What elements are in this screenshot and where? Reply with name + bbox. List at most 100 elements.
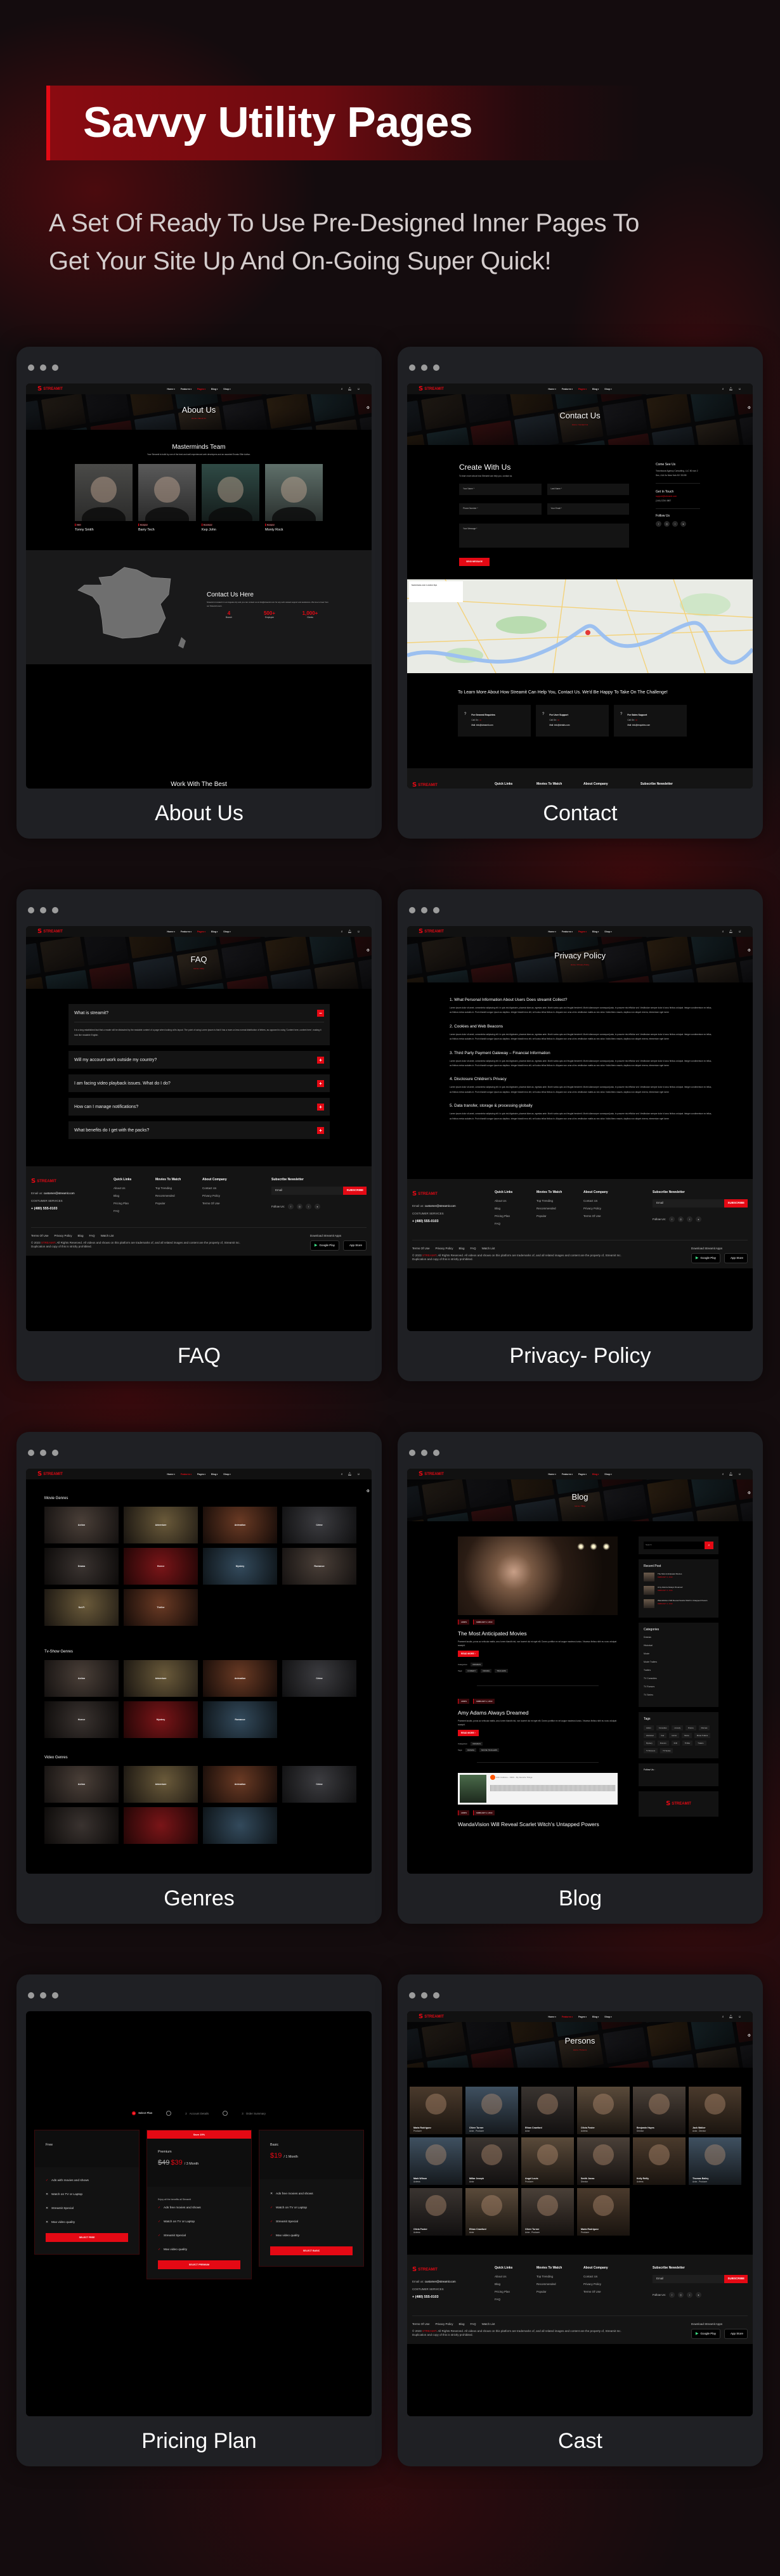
gear-icon[interactable]: ⚙ <box>367 1489 370 1493</box>
person-card[interactable]: Mark Wilson Actress <box>410 2137 462 2185</box>
footer-link[interactable]: Watch List <box>482 2322 495 2326</box>
nav-pages[interactable]: Pages <box>197 1473 205 1476</box>
github-icon[interactable]: ● <box>315 1204 321 1209</box>
faq-question[interactable]: How can I manage notifications? <box>74 1105 138 1109</box>
twitter-icon[interactable]: t <box>687 1216 693 1222</box>
minus-icon[interactable]: − <box>317 1009 324 1017</box>
search-icon[interactable]: ⌕ <box>341 387 343 391</box>
footer-link[interactable]: Terms Of Use <box>583 2290 628 2294</box>
user-icon[interactable]: ☺ <box>357 1472 360 1476</box>
person-card[interactable]: Smith Jonas Director <box>577 2137 630 2185</box>
preview-card-blog[interactable]: SSTREAMIT Home Features Pages Blog Shop … <box>398 1432 763 1924</box>
tag-link[interactable]: Movie <box>682 1733 692 1738</box>
category-link[interactable]: TV Rumors <box>644 1685 713 1688</box>
footer-logo[interactable]: S STREAMIT <box>31 1178 114 1185</box>
preview-card-faq[interactable]: SSTREAMIT Home Features Pages Blog Shop … <box>16 889 382 1381</box>
category-link[interactable]: TV Comedies <box>644 1677 713 1680</box>
nav-pages[interactable]: Pages <box>197 388 205 390</box>
category-link[interactable]: TV Series <box>644 1694 713 1696</box>
footer-link[interactable]: Top Trending <box>536 1199 583 1203</box>
tag-link[interactable]: Action <box>644 1725 654 1730</box>
play-icon[interactable] <box>490 1775 495 1780</box>
post-title[interactable]: Amy Adams Always Dreamed <box>458 1710 618 1716</box>
search-icon[interactable]: ⌕ <box>722 2015 724 2019</box>
category-link[interactable]: Trailers <box>644 1669 713 1671</box>
read-more-button[interactable]: READ MORE › <box>458 1651 479 1657</box>
faq-question[interactable]: What is streamit? <box>74 1011 108 1015</box>
nav-blog[interactable]: Blog <box>592 388 599 390</box>
person-card[interactable]: Jack Walker Actor , Director <box>689 2087 741 2134</box>
nav-shop[interactable]: Shop <box>604 1473 611 1476</box>
category-link[interactable]: Dramas <box>644 1636 713 1639</box>
nav-pages[interactable]: Pages <box>578 1473 587 1476</box>
genre-tile[interactable]: Horror <box>124 1548 198 1585</box>
nav-blog[interactable]: Blog <box>592 1473 599 1476</box>
google-play-button[interactable]: ▶ Google Play <box>309 1240 339 1251</box>
faq-question[interactable]: I am facing video playback issues. What … <box>74 1081 171 1086</box>
app-store-button[interactable]: App Store <box>724 2329 748 2339</box>
faq-item-open[interactable]: What is streamit? − It is a long establis… <box>68 1004 330 1045</box>
subscribe-button[interactable]: SUBSCRIBE <box>724 1199 748 1208</box>
faq-item[interactable]: What benefits do I get with the packs? + <box>68 1121 330 1139</box>
facebook-icon[interactable]: f <box>656 521 661 527</box>
genre-tile[interactable]: Mystery <box>203 1548 277 1585</box>
user-icon[interactable]: ☺ <box>357 930 360 934</box>
person-card[interactable]: Olivia Foster Actress <box>577 2087 630 2134</box>
app-store-button[interactable]: App Store <box>724 1253 748 1263</box>
footer-link[interactable]: FAQ <box>471 2322 476 2326</box>
genre-tile[interactable]: Romance <box>282 1548 356 1585</box>
streamit-logo[interactable]: S STREAMIT <box>37 928 63 936</box>
person-card[interactable]: Maria Rodriguez Producer <box>577 2188 630 2236</box>
streamit-logo[interactable]: S STREAMIT <box>419 385 444 393</box>
bell-icon[interactable]: 🔔︎ <box>729 930 733 934</box>
recent-post[interactable]: Amy Adams Always Dreamed FEBRUARY 2, 2019 <box>644 1586 713 1595</box>
genre-tile[interactable]: Crime <box>282 1660 356 1697</box>
bell-icon[interactable]: 🔔︎ <box>348 1472 352 1476</box>
nav-blog[interactable]: Blog <box>592 931 599 933</box>
nav-home[interactable]: Home <box>167 1473 174 1476</box>
newsletter-email-input[interactable]: Email <box>653 2275 725 2283</box>
streamit-logo[interactable]: S STREAMIT <box>37 385 63 393</box>
user-icon[interactable]: ☺ <box>738 2015 741 2019</box>
footer-link[interactable]: Watch List <box>482 1247 495 1251</box>
person-card[interactable]: Ethan Crawford Actor <box>465 2188 518 2236</box>
user-icon[interactable]: ☺ <box>738 1472 741 1476</box>
nav-blog[interactable]: Blog <box>211 388 218 390</box>
bell-icon[interactable]: 🔔︎ <box>729 1472 733 1476</box>
footer-link[interactable]: Recommended <box>536 1207 583 1211</box>
footer-link[interactable]: Privacy Policy <box>436 2322 453 2326</box>
tag-link[interactable]: fear <box>658 1733 667 1738</box>
footer-link[interactable]: Blog <box>459 2322 465 2326</box>
post-title[interactable]: WandaVision Will Reveal Scarlet Witch's … <box>458 1821 618 1828</box>
person-card[interactable]: Thomas Bailey Actor , Producer <box>689 2137 741 2185</box>
footer-link[interactable]: FAQ <box>471 1247 476 1251</box>
person-card[interactable]: Oliver Turner Actor , Producer <box>521 2188 574 2236</box>
footer-link[interactable]: Contact Us <box>583 2275 628 2279</box>
person-card[interactable]: Millar Joseph Actor <box>465 2137 518 2185</box>
tag-link[interactable]: TV Rumors <box>644 1748 658 1753</box>
bell-icon[interactable]: 🔔︎ <box>348 930 352 934</box>
genre-tile[interactable] <box>44 1807 119 1844</box>
footer-email[interactable]: customer@streamit.com <box>44 1192 75 1195</box>
genre-tile[interactable]: Adventure <box>124 1766 198 1803</box>
footer-link[interactable]: Contact Us <box>583 1199 628 1203</box>
footer-link[interactable]: FAQ <box>114 1209 155 1213</box>
faq-question[interactable]: What benefits do I get with the packs? <box>74 1128 149 1133</box>
nav-home[interactable]: Home <box>548 931 556 933</box>
last-name-input[interactable]: Last Name * <box>547 484 629 495</box>
preview-card-pricing[interactable]: 1 Select Plan 2 Account Details 3 Order Sum… <box>16 1974 382 2466</box>
streamit-logo[interactable]: S STREAMIT <box>419 2013 444 2021</box>
bell-icon[interactable]: 🔔︎ <box>348 387 352 391</box>
nav-features[interactable]: Features <box>181 388 192 390</box>
nav-features[interactable]: Features <box>562 1473 573 1476</box>
faq-question[interactable]: Will my account work outside my country? <box>74 1058 157 1062</box>
person-card[interactable]: Olivia Foster Actress <box>410 2188 462 2236</box>
nav-shop[interactable]: Shop <box>604 2016 611 2018</box>
nav-pages[interactable]: Pages <box>578 388 587 390</box>
instagram-icon[interactable]: ◎ <box>678 1216 684 1222</box>
github-icon[interactable]: ● <box>696 1216 702 1222</box>
nav-blog[interactable]: Blog <box>211 931 218 933</box>
footer-logo[interactable]: S STREAMIT <box>412 2266 495 2274</box>
footer-link[interactable]: Recommended <box>155 1194 202 1198</box>
footer-link[interactable]: FAQ <box>495 1222 536 1226</box>
